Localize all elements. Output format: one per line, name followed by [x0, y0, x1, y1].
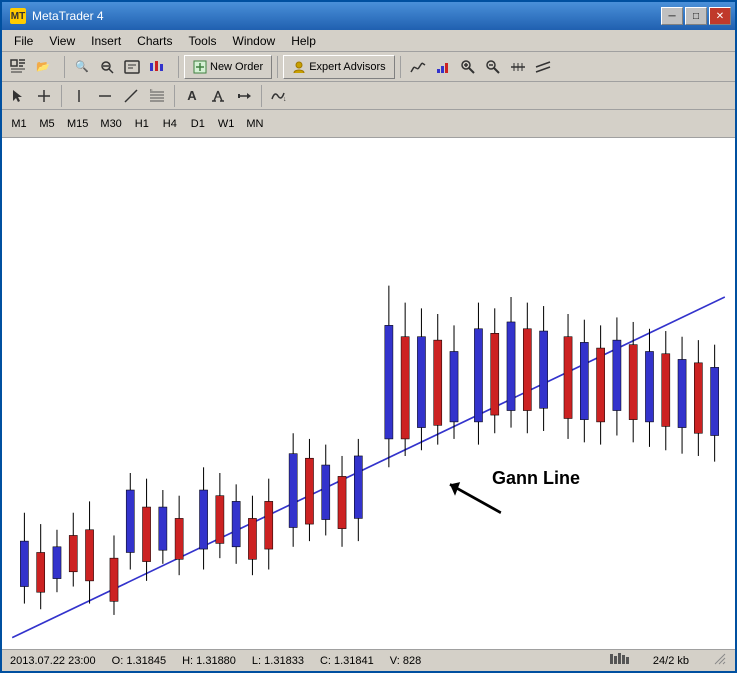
zoom-in-icon[interactable]: 🔍	[70, 55, 94, 79]
status-low: L: 1.31833	[252, 655, 304, 667]
new-order-button[interactable]: New Order	[184, 55, 272, 79]
high-value: 1.31880	[196, 655, 236, 667]
new-chart-icon[interactable]	[6, 55, 30, 79]
properties-icon[interactable]	[120, 55, 144, 79]
status-open: O: 1.31845	[112, 655, 166, 667]
cursor-icon[interactable]	[6, 84, 30, 108]
svg-text:↓: ↓	[283, 96, 287, 103]
signals-icon[interactable]	[431, 55, 455, 79]
chart-svg	[2, 138, 735, 649]
status-close: C: 1.31841	[320, 655, 374, 667]
drawing-toolbar: E A ↓	[2, 82, 735, 110]
horizontal-line-icon[interactable]	[93, 84, 117, 108]
app-icon: MT	[10, 8, 26, 24]
volume-value: 828	[403, 655, 421, 667]
toolbar1: 📂 🔍 New Order Expert Advisors	[2, 52, 735, 82]
title-bar: MT MetaTrader 4 ─ □ ✕	[2, 2, 735, 30]
text-tool-icon[interactable]	[206, 84, 230, 108]
svg-text:E: E	[150, 89, 153, 92]
wave-icon[interactable]: ↓	[267, 84, 291, 108]
tf-mn[interactable]: MN	[241, 113, 268, 135]
zoom-chart-in-icon[interactable]	[456, 55, 480, 79]
maximize-button[interactable]: □	[685, 7, 707, 25]
close-button[interactable]: ✕	[709, 7, 731, 25]
open-value: 1.31845	[126, 655, 166, 667]
status-filesize: 24/2 kb	[653, 655, 689, 667]
tf-m30[interactable]: M30	[95, 113, 126, 135]
period-sep-icon[interactable]	[506, 55, 530, 79]
status-resize-icon	[713, 652, 727, 669]
menu-window[interactable]: Window	[225, 32, 284, 50]
chart-type-icon[interactable]	[145, 55, 169, 79]
title-bar-controls: ─ □ ✕	[661, 7, 731, 25]
chart-container[interactable]: Gann Line	[2, 138, 735, 649]
tf-m5[interactable]: M5	[34, 113, 60, 135]
low-value: 1.31833	[264, 655, 304, 667]
menu-bar: File View Insert Charts Tools Window Hel…	[2, 30, 735, 52]
zoom-chart-out-icon[interactable]	[481, 55, 505, 79]
menu-insert[interactable]: Insert	[83, 32, 129, 50]
history-icon[interactable]	[406, 55, 430, 79]
tf-h4[interactable]: H4	[157, 113, 183, 135]
minimize-button[interactable]: ─	[661, 7, 683, 25]
status-bar: 2013.07.22 23:00 O: 1.31845 H: 1.31880 L…	[2, 649, 735, 671]
vertical-line-icon[interactable]	[67, 84, 91, 108]
status-bars-icon	[609, 652, 629, 669]
arrow-icon[interactable]	[232, 84, 256, 108]
main-window: MT MetaTrader 4 ─ □ ✕ File View Insert C…	[0, 0, 737, 673]
open-icon[interactable]: 📂	[31, 55, 55, 79]
menu-help[interactable]: Help	[283, 32, 324, 50]
status-datetime: 2013.07.22 23:00	[10, 655, 96, 667]
menu-charts[interactable]: Charts	[129, 32, 180, 50]
menu-view[interactable]: View	[41, 32, 83, 50]
zoom-out-icon[interactable]	[95, 55, 119, 79]
status-high: H: 1.31880	[182, 655, 236, 667]
new-order-label: New Order	[210, 61, 263, 73]
trendline-icon[interactable]	[119, 84, 143, 108]
timeframe-toolbar: M1 M5 M15 M30 H1 H4 D1 W1 MN	[2, 110, 735, 138]
tf-m1[interactable]: M1	[6, 113, 32, 135]
menu-tools[interactable]: Tools	[181, 32, 225, 50]
status-volume: V: 828	[390, 655, 421, 667]
chart-scroll-icon[interactable]	[531, 55, 555, 79]
menu-file[interactable]: File	[6, 32, 41, 50]
fib-icon[interactable]: E	[145, 84, 169, 108]
tf-m15[interactable]: M15	[62, 113, 93, 135]
tf-w1[interactable]: W1	[213, 113, 240, 135]
crosshair-icon[interactable]	[32, 84, 56, 108]
expert-advisors-label: Expert Advisors	[309, 61, 385, 73]
window-title: MetaTrader 4	[32, 9, 104, 23]
tf-h1[interactable]: H1	[129, 113, 155, 135]
text-a-icon[interactable]: A	[180, 84, 204, 108]
tf-d1[interactable]: D1	[185, 113, 211, 135]
expert-advisors-button[interactable]: Expert Advisors	[283, 55, 394, 79]
close-value: 1.31841	[334, 655, 374, 667]
